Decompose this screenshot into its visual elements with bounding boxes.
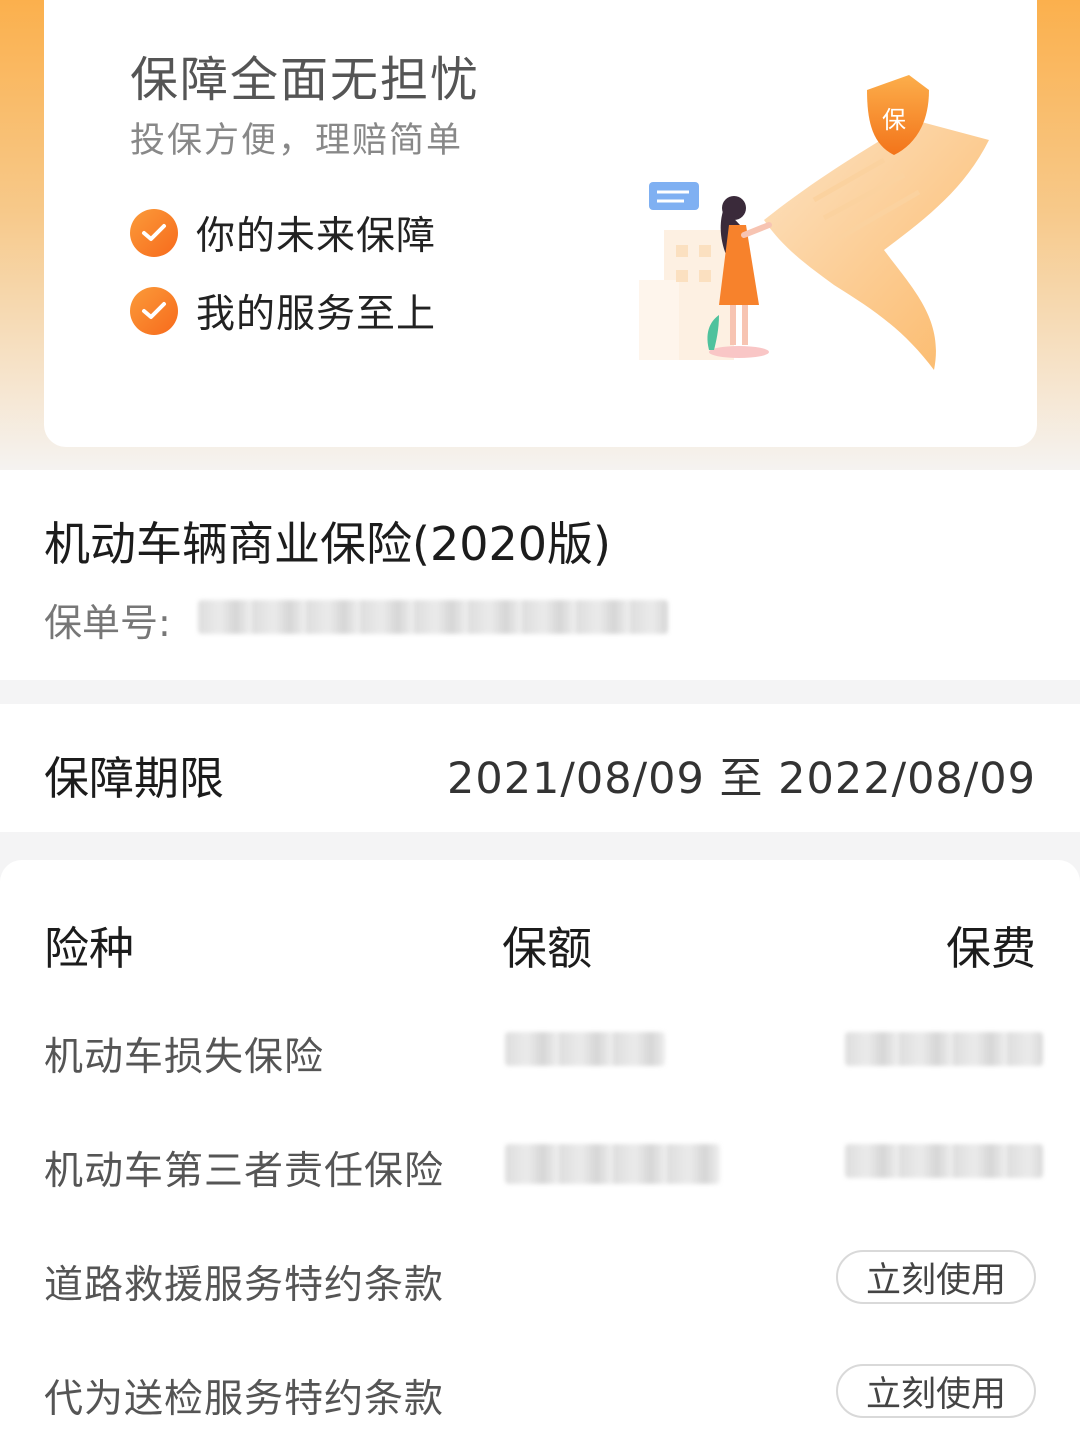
feature-label: 你的未来保障	[196, 214, 437, 259]
check-icon	[130, 287, 178, 335]
amount-redacted	[505, 1032, 665, 1066]
policy-section: 机动车辆商业保险(2020版) 保单号:	[0, 470, 1080, 680]
table-row-label: 机动车损失保险	[44, 1035, 325, 1080]
period-label: 保障期限	[44, 752, 225, 805]
feature-item: 我的服务至上	[130, 286, 437, 337]
hero-card: 保障全面无担忧 投保方便，理赔简单 你的未来保障 我的服务至上 保	[44, 0, 1037, 447]
hero-subtitle: 投保方便，理赔简单	[130, 121, 464, 161]
header-type: 险种	[44, 922, 135, 975]
coverage-period-section: 保障期限 2021/08/09 至 2022/08/09	[0, 704, 1080, 832]
use-now-button[interactable]: 立刻使用	[836, 1250, 1036, 1304]
table-row-label: 代为送检服务特约条款	[44, 1377, 445, 1422]
header-premium: 保费	[945, 922, 1036, 975]
policy-title: 机动车辆商业保险(2020版)	[44, 517, 611, 571]
header-amount: 保额	[502, 922, 593, 975]
feature-label: 我的服务至上	[196, 292, 437, 337]
policy-number-redacted	[198, 600, 668, 634]
table-row-label: 机动车第三者责任保险	[44, 1149, 445, 1194]
amount-redacted	[505, 1144, 720, 1184]
coverage-table: 险种 保额 保费 机动车损失保险 机动车第三者责任保险 道路救援服务特约条款 立…	[0, 860, 1080, 1446]
premium-redacted	[845, 1144, 1043, 1178]
period-value: 2021/08/09 至 2022/08/09	[446, 754, 1036, 804]
svg-text:保: 保	[882, 106, 906, 134]
check-icon	[130, 209, 178, 257]
insurance-illustration-icon: 保	[639, 75, 989, 370]
hero-title: 保障全面无担忧	[130, 52, 481, 108]
feature-item: 你的未来保障	[130, 208, 437, 259]
use-now-button[interactable]: 立刻使用	[836, 1364, 1036, 1418]
table-row-label: 道路救援服务特约条款	[44, 1263, 445, 1308]
policy-number-label: 保单号:	[44, 601, 171, 645]
premium-redacted	[845, 1032, 1043, 1066]
